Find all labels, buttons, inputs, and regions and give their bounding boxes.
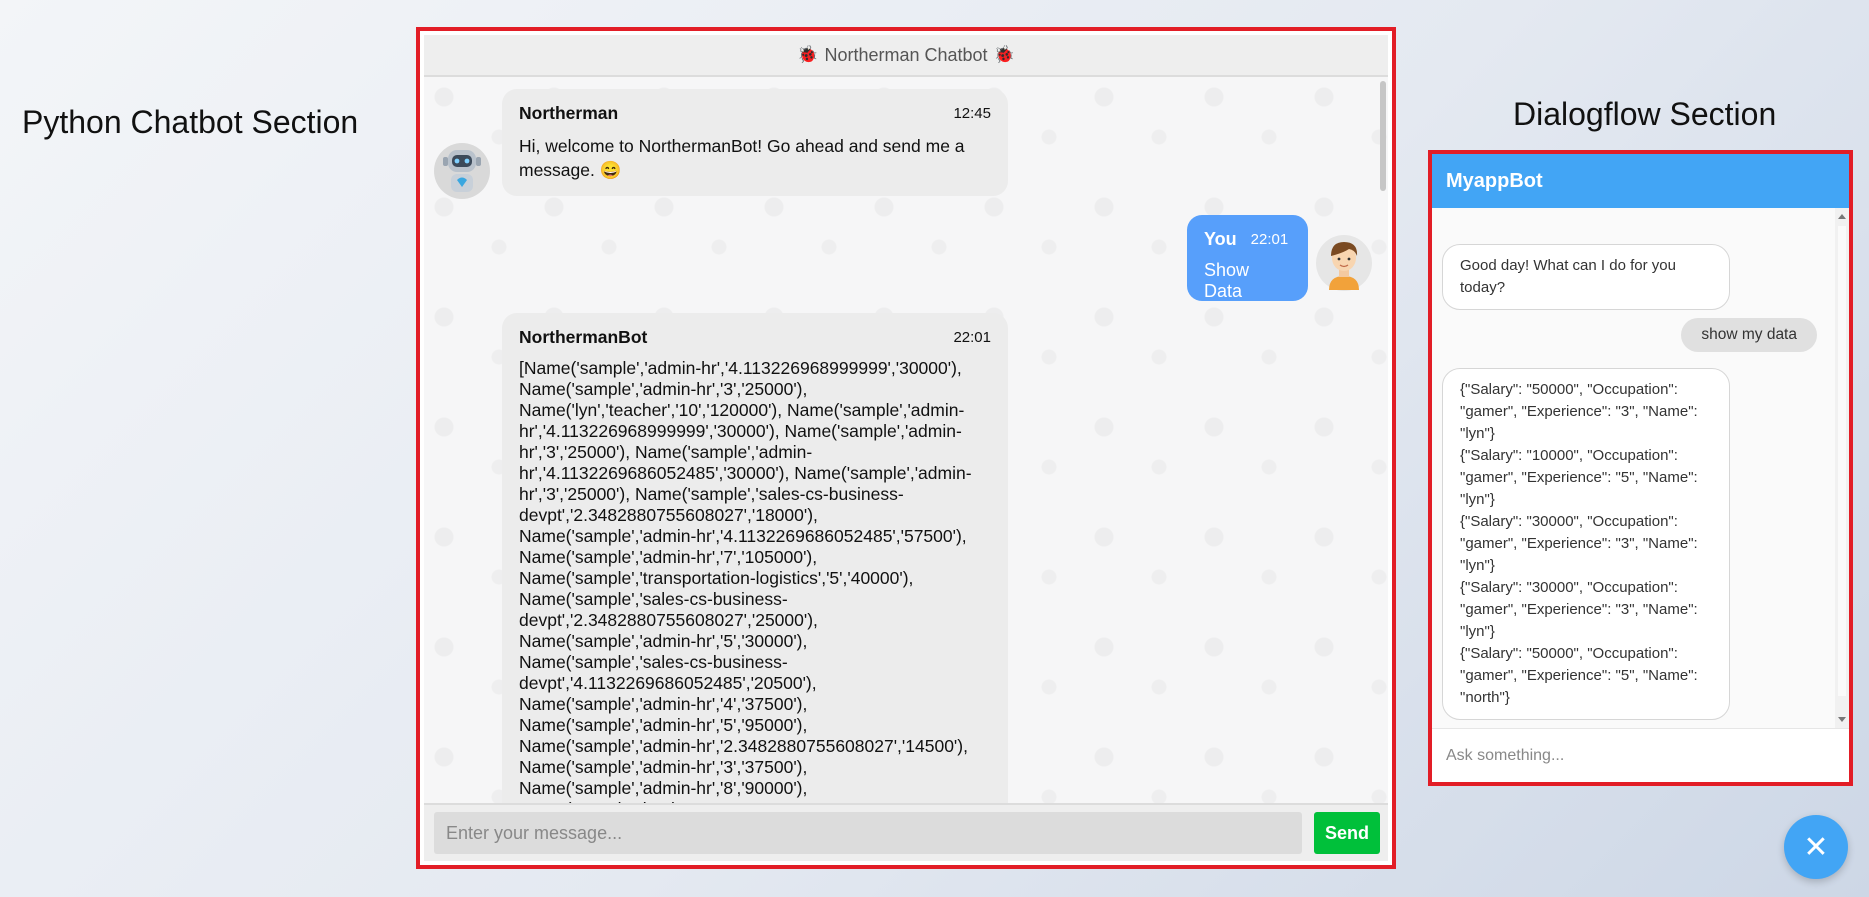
sender-name: NorthermanBot [519,327,648,347]
sender-name: You [1204,229,1237,249]
message-line: [Name('sample','admin-hr','4.11322696899… [519,358,962,378]
message-line: devpt','4.1132269686052485','20500'), [519,673,817,693]
message-input-bar: Send [424,803,1388,861]
message-line: "gamer", "Experience": "5", "Name": [1460,469,1698,486]
message-line: Name('sample','admin-hr','3','25000'), [519,379,808,399]
send-button[interactable]: Send [1314,812,1380,854]
chat-messages[interactable]: Northerman 12:45 Hi, welcome to Northerm… [424,77,1388,803]
message-text: [Name('sample','admin-hr','4.11322696899… [519,358,991,803]
python-section-label: Python Chatbot Section [22,104,359,140]
message-line: today? [1460,279,1506,296]
chat-scrollbar[interactable] [1380,81,1386,191]
message-line: Good day! What can I do for you [1460,257,1676,274]
message-input[interactable] [434,812,1302,854]
dialogflow-scrollbar[interactable] [1835,208,1849,728]
bot-message: NorthermanBot 22:01 [Name('sample','admi… [502,313,1008,803]
message-line: devpt','2.3482880755608027','25000'), [519,610,818,630]
message-line: Name('sample','admin-hr','4','37500'), [519,694,808,714]
message-line: hr','4.113226968999999','30000'), Name('… [519,421,962,441]
message-line: {"Salary": "10000", "Occupation": [1460,447,1678,464]
message-line: Name('sample','admin-hr','7','105000'), [519,547,818,567]
message-line: "lyn"} [1460,557,1495,574]
robot-avatar [434,143,490,199]
message-line: Name('sample','sales-cs-business- [519,589,788,609]
dialogflow-input-bar [1432,728,1849,782]
message-line: devpt','2.3482880755608027','18000'), [519,505,818,525]
message-line: "gamer", "Experience": "3", "Name": [1460,403,1698,420]
message-line: Name('sample','sales-cs-business- [519,652,788,672]
message-time: 22:01 [1250,231,1289,248]
bot-message: Good day! What can I do for you today? [1442,244,1730,310]
bot-message: Northerman 12:45 Hi, welcome to Northerm… [502,89,1008,196]
python-chatbot-window: 🐞 Northerman Chatbot 🐞 Northerman 12:45 … [416,27,1396,869]
scroll-down-icon[interactable] [1838,717,1846,722]
dialogflow-messages[interactable]: Good day! What can I do for you today? sh… [1432,208,1849,728]
message-line: Name('sample','admin-hr','3','37500'), [519,757,808,777]
bot-message: {"Salary": "50000", "Occupation": "gamer"… [1442,368,1730,720]
scroll-up-icon[interactable] [1838,214,1846,219]
message-line: "lyn"} [1460,491,1495,508]
user-avatar [1316,235,1372,291]
bug-icon: 🐞 [797,45,819,64]
user-message: You 22:01 Show Data [1187,215,1308,301]
chat-title: Northerman Chatbot [824,44,988,65]
close-chat-button[interactable]: ✕ [1784,815,1848,879]
message-line: Name('sample','admin-hr','4.113226968605… [519,526,967,546]
message-line: "north"} [1460,689,1510,706]
message-time: 12:45 [953,105,991,122]
message-line: "gamer", "Experience": "3", "Name": [1460,535,1698,552]
message-line: hr','4.1132269686052485','30000'), Name(… [519,463,972,483]
message-line: "lyn"} [1460,425,1495,442]
message-text: Show Data [1204,260,1250,301]
sender-name: Northerman [519,103,619,123]
message-line: Name('sample','admin-hr','5','30000'), [519,631,808,651]
message-line: Name('sample','admin-hr','8','90000'), [519,778,808,798]
message-line: {"Salary": "50000", "Occupation": [1460,381,1678,398]
ask-input[interactable] [1432,729,1849,782]
message-line: {"Salary": "50000", "Occupation": [1460,645,1678,662]
message-text: Hi, welcome to NorthermanBot! Go ahead a… [519,136,965,180]
message-line: Name('sample','transportation-logistics'… [519,568,914,588]
message-line: Name('lyn','teacher','10','120000'), Nam… [519,400,965,420]
user-message: show my data [1681,318,1817,352]
message-line: "gamer", "Experience": "3", "Name": [1460,601,1698,618]
message-line: Name('sample','admin-hr','2.348288075560… [519,736,968,756]
close-icon: ✕ [1803,830,1829,864]
message-line: {"Salary": "30000", "Occupation": [1460,579,1678,596]
message-time: 22:01 [953,329,991,346]
chat-header: 🐞 Northerman Chatbot 🐞 [424,35,1388,77]
message-line: "lyn"} [1460,623,1495,640]
message-line: {"Salary": "30000", "Occupation": [1460,513,1678,530]
message-line: Name('sample','admin-hr','5','95000'), [519,715,808,735]
dialogflow-section-label: Dialogflow Section [1513,96,1777,132]
bot-title: MyappBot [1432,154,1849,208]
dialogflow-widget: MyappBot Good day! What can I do for you… [1428,150,1853,786]
message-line: hr','3','25000'), Name('sample','admin- [519,442,813,462]
message-line: hr','3','25000'), Name('sample','sales-c… [519,484,904,504]
message-line: "gamer", "Experience": "5", "Name": [1460,667,1698,684]
bug-icon: 🐞 [993,45,1015,64]
